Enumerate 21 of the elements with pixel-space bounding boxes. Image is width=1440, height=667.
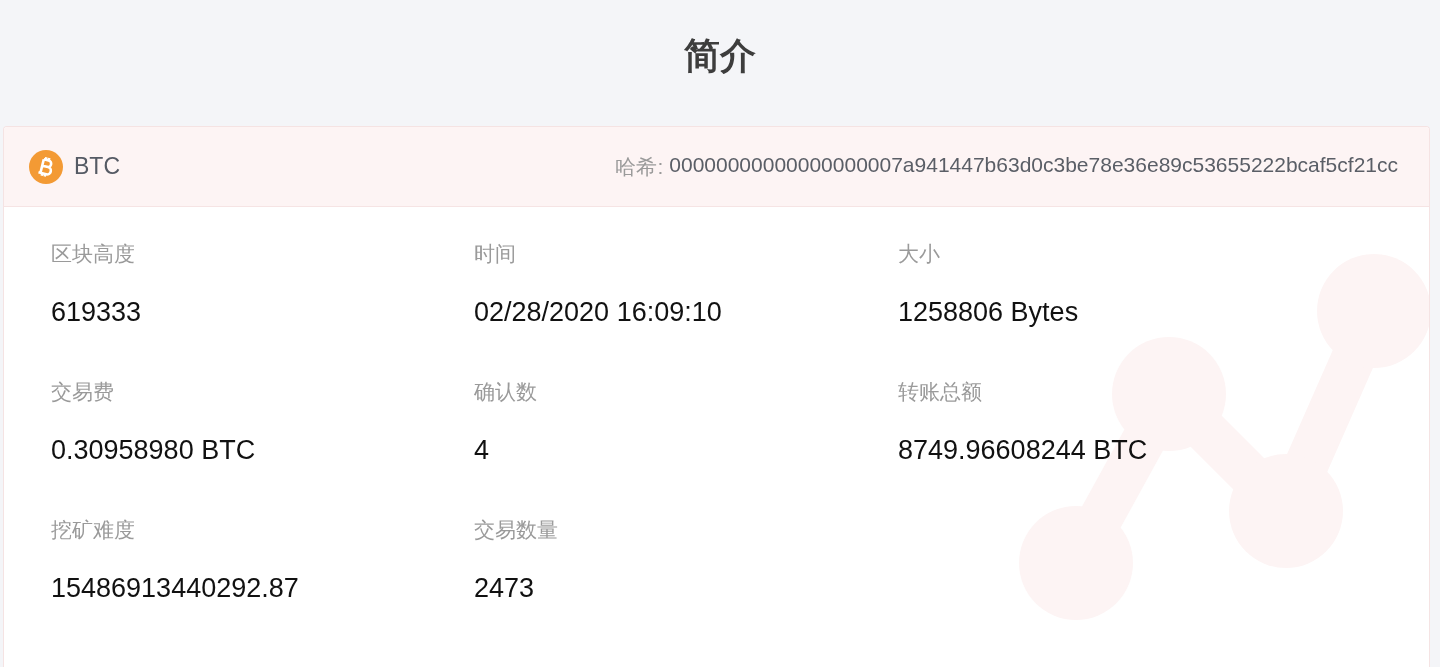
hash-label: 哈希: — [615, 153, 664, 180]
page-title: 简介 — [684, 33, 756, 78]
field-label: 时间 — [474, 242, 516, 266]
field-value: 2473 — [474, 572, 535, 604]
field-value: 1258806 Bytes — [898, 296, 1079, 328]
field-value: 02/28/2020 16:09:10 — [474, 296, 722, 328]
field-value: 619333 — [51, 296, 142, 328]
field-label: 交易费 — [51, 380, 114, 404]
coin-name: BTC — [74, 153, 120, 180]
field-label: 大小 — [898, 242, 940, 266]
field-value: 0.30958980 BTC — [51, 434, 256, 466]
bitcoin-logo-icon — [29, 149, 63, 184]
field-value: 8749.96608244 BTC — [898, 434, 1148, 466]
field-value: 4 — [474, 434, 490, 466]
field-label: 确认数 — [474, 380, 537, 404]
hash-value: 00000000000000000007a941447b63d0c3be78e36e89c53655222bcaf5cf21cc — [669, 152, 1398, 178]
field-label: 交易数量 — [474, 518, 558, 542]
field-label: 区块高度 — [51, 242, 135, 266]
field-label: 挖矿难度 — [51, 518, 135, 542]
field-value: 15486913440292.87 — [51, 572, 299, 604]
field-label: 转账总额 — [898, 380, 982, 404]
